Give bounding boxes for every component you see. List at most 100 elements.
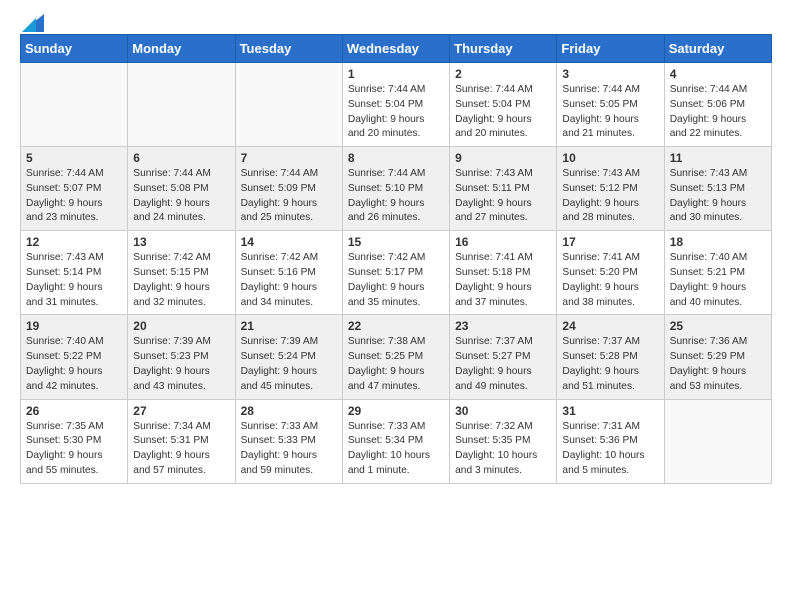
calendar-cell: 16 Sunrise: 7:41 AM Sunset: 5:18 PM Dayli… (450, 231, 557, 315)
day-info: Sunrise: 7:34 AM Sunset: 5:31 PM Dayligh… (133, 420, 229, 479)
calendar-week-row: 26 Sunrise: 7:35 AM Sunset: 5:30 PM Dayli… (21, 399, 772, 483)
calendar-cell: 28Sunrise: 7:33 AM Sunset: 5:33 PM Dayli… (235, 399, 342, 483)
calendar-cell: 31 Sunrise: 7:31 AM Sunset: 5:36 PM Dayli… (557, 399, 664, 483)
calendar-cell (664, 399, 771, 483)
day-info: Sunrise: 7:44 AM Sunset: 5:04 PM Dayligh… (455, 83, 551, 142)
calendar-cell: 9 Sunrise: 7:43 AM Sunset: 5:11 PM Daylig… (450, 147, 557, 231)
day-number: 18 (670, 235, 766, 249)
day-info: Sunrise: 7:33 AM Sunset: 5:34 PM Dayligh… (348, 420, 444, 479)
calendar-week-row: 5 Sunrise: 7:44 AM Sunset: 5:07 PM Daylig… (21, 147, 772, 231)
day-info: Sunrise: 7:38 AM Sunset: 5:25 PM Dayligh… (348, 335, 444, 394)
day-info: Sunrise: 7:43 AM Sunset: 5:11 PM Dayligh… (455, 167, 551, 226)
day-info: Sunrise: 7:35 AM Sunset: 5:30 PM Dayligh… (26, 420, 122, 479)
calendar-cell: 29 Sunrise: 7:33 AM Sunset: 5:34 PM Dayli… (342, 399, 449, 483)
calendar-week-row: 12 Sunrise: 7:43 AM Sunset: 5:14 PM Dayli… (21, 231, 772, 315)
calendar-cell: 20Sunrise: 7:39 AM Sunset: 5:23 PM Dayli… (128, 315, 235, 399)
day-number: 25 (670, 319, 766, 333)
calendar-header-thursday: Thursday (450, 35, 557, 63)
calendar-cell: 17 Sunrise: 7:41 AM Sunset: 5:20 PM Dayli… (557, 231, 664, 315)
day-number: 1 (348, 67, 444, 81)
day-number: 24 (562, 319, 658, 333)
calendar-cell: 4 Sunrise: 7:44 AM Sunset: 5:06 PM Daylig… (664, 63, 771, 147)
calendar-header-tuesday: Tuesday (235, 35, 342, 63)
logo-icon (22, 14, 44, 32)
calendar-cell: 10Sunrise: 7:43 AM Sunset: 5:12 PM Dayli… (557, 147, 664, 231)
calendar-cell: 27 Sunrise: 7:34 AM Sunset: 5:31 PM Dayli… (128, 399, 235, 483)
day-number: 11 (670, 151, 766, 165)
calendar-cell: 19 Sunrise: 7:40 AM Sunset: 5:22 PM Dayli… (21, 315, 128, 399)
day-info: Sunrise: 7:43 AM Sunset: 5:13 PM Dayligh… (670, 167, 766, 226)
day-number: 17 (562, 235, 658, 249)
day-info: Sunrise: 7:40 AM Sunset: 5:22 PM Dayligh… (26, 335, 122, 394)
day-info: Sunrise: 7:36 AM Sunset: 5:29 PM Dayligh… (670, 335, 766, 394)
calendar-header-friday: Friday (557, 35, 664, 63)
calendar-cell: 5 Sunrise: 7:44 AM Sunset: 5:07 PM Daylig… (21, 147, 128, 231)
day-info: Sunrise: 7:44 AM Sunset: 5:06 PM Dayligh… (670, 83, 766, 142)
day-number: 27 (133, 404, 229, 418)
day-info: Sunrise: 7:42 AM Sunset: 5:15 PM Dayligh… (133, 251, 229, 310)
day-number: 6 (133, 151, 229, 165)
day-number: 31 (562, 404, 658, 418)
logo (20, 10, 44, 28)
day-info: Sunrise: 7:41 AM Sunset: 5:18 PM Dayligh… (455, 251, 551, 310)
day-number: 29 (348, 404, 444, 418)
calendar-header-sunday: Sunday (21, 35, 128, 63)
calendar-cell: 6 Sunrise: 7:44 AM Sunset: 5:08 PM Daylig… (128, 147, 235, 231)
day-number: 30 (455, 404, 551, 418)
day-number: 26 (26, 404, 122, 418)
day-number: 14 (241, 235, 337, 249)
day-number: 21 (241, 319, 337, 333)
day-info: Sunrise: 7:44 AM Sunset: 5:09 PM Dayligh… (241, 167, 337, 226)
day-number: 23 (455, 319, 551, 333)
day-info: Sunrise: 7:39 AM Sunset: 5:24 PM Dayligh… (241, 335, 337, 394)
calendar-cell (21, 63, 128, 147)
calendar-cell: 24 Sunrise: 7:37 AM Sunset: 5:28 PM Dayli… (557, 315, 664, 399)
calendar-table: SundayMondayTuesdayWednesdayThursdayFrid… (20, 34, 772, 484)
calendar-cell: 21 Sunrise: 7:39 AM Sunset: 5:24 PM Dayli… (235, 315, 342, 399)
calendar-cell: 15 Sunrise: 7:42 AM Sunset: 5:17 PM Dayli… (342, 231, 449, 315)
calendar-cell: 25 Sunrise: 7:36 AM Sunset: 5:29 PM Dayli… (664, 315, 771, 399)
calendar-week-row: 19 Sunrise: 7:40 AM Sunset: 5:22 PM Dayli… (21, 315, 772, 399)
calendar-cell: 3Sunrise: 7:44 AM Sunset: 5:05 PM Daylig… (557, 63, 664, 147)
calendar-cell: 11 Sunrise: 7:43 AM Sunset: 5:13 PM Dayli… (664, 147, 771, 231)
day-info: Sunrise: 7:31 AM Sunset: 5:36 PM Dayligh… (562, 420, 658, 479)
day-info: Sunrise: 7:37 AM Sunset: 5:27 PM Dayligh… (455, 335, 551, 394)
day-number: 7 (241, 151, 337, 165)
calendar-cell: 2 Sunrise: 7:44 AM Sunset: 5:04 PM Daylig… (450, 63, 557, 147)
day-number: 5 (26, 151, 122, 165)
day-number: 16 (455, 235, 551, 249)
day-info: Sunrise: 7:43 AM Sunset: 5:14 PM Dayligh… (26, 251, 122, 310)
day-number: 12 (26, 235, 122, 249)
calendar-cell: 12 Sunrise: 7:43 AM Sunset: 5:14 PM Dayli… (21, 231, 128, 315)
calendar-week-row: 1 Sunrise: 7:44 AM Sunset: 5:04 PM Daylig… (21, 63, 772, 147)
day-number: 15 (348, 235, 444, 249)
day-number: 2 (455, 67, 551, 81)
day-number: 28 (241, 404, 337, 418)
calendar-cell (235, 63, 342, 147)
day-number: 4 (670, 67, 766, 81)
day-number: 22 (348, 319, 444, 333)
day-info: Sunrise: 7:32 AM Sunset: 5:35 PM Dayligh… (455, 420, 551, 479)
calendar-header-row: SundayMondayTuesdayWednesdayThursdayFrid… (21, 35, 772, 63)
calendar-cell (128, 63, 235, 147)
calendar-cell: 14Sunrise: 7:42 AM Sunset: 5:16 PM Dayli… (235, 231, 342, 315)
calendar-cell: 22 Sunrise: 7:38 AM Sunset: 5:25 PM Dayli… (342, 315, 449, 399)
day-info: Sunrise: 7:41 AM Sunset: 5:20 PM Dayligh… (562, 251, 658, 310)
day-info: Sunrise: 7:42 AM Sunset: 5:17 PM Dayligh… (348, 251, 444, 310)
calendar-header-monday: Monday (128, 35, 235, 63)
day-info: Sunrise: 7:37 AM Sunset: 5:28 PM Dayligh… (562, 335, 658, 394)
day-info: Sunrise: 7:44 AM Sunset: 5:05 PM Dayligh… (562, 83, 658, 142)
calendar-header-wednesday: Wednesday (342, 35, 449, 63)
calendar-cell: 13Sunrise: 7:42 AM Sunset: 5:15 PM Dayli… (128, 231, 235, 315)
day-info: Sunrise: 7:44 AM Sunset: 5:10 PM Dayligh… (348, 167, 444, 226)
day-info: Sunrise: 7:40 AM Sunset: 5:21 PM Dayligh… (670, 251, 766, 310)
day-info: Sunrise: 7:44 AM Sunset: 5:07 PM Dayligh… (26, 167, 122, 226)
day-info: Sunrise: 7:44 AM Sunset: 5:08 PM Dayligh… (133, 167, 229, 226)
calendar-cell: 30 Sunrise: 7:32 AM Sunset: 5:35 PM Dayli… (450, 399, 557, 483)
day-number: 19 (26, 319, 122, 333)
calendar-cell: 1 Sunrise: 7:44 AM Sunset: 5:04 PM Daylig… (342, 63, 449, 147)
calendar-cell: 7 Sunrise: 7:44 AM Sunset: 5:09 PM Daylig… (235, 147, 342, 231)
day-number: 8 (348, 151, 444, 165)
day-number: 9 (455, 151, 551, 165)
day-info: Sunrise: 7:44 AM Sunset: 5:04 PM Dayligh… (348, 83, 444, 142)
